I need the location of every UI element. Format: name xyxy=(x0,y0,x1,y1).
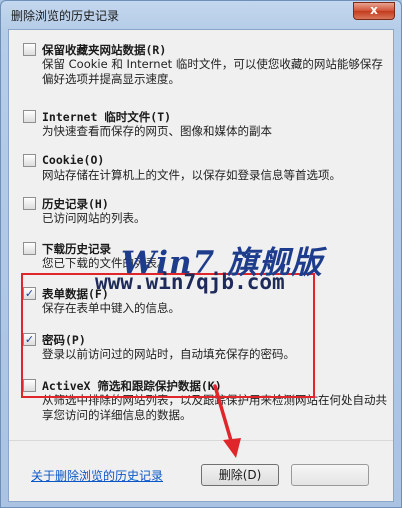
title-bar: 删除浏览的历史记录 x xyxy=(1,1,401,29)
dialog-client: 保留收藏夹网站数据(R) 保留 Cookie 和 Internet 临时文件，可… xyxy=(8,29,394,502)
red-arrow-icon xyxy=(213,384,241,458)
close-button[interactable]: x xyxy=(353,2,395,20)
window-title: 删除浏览的历史记录 xyxy=(11,9,120,23)
close-icon: x xyxy=(370,3,378,17)
dialog-window: 删除浏览的历史记录 x 保留收藏夹网站数据(R) 保留 Cookie 和 Int… xyxy=(0,0,402,508)
